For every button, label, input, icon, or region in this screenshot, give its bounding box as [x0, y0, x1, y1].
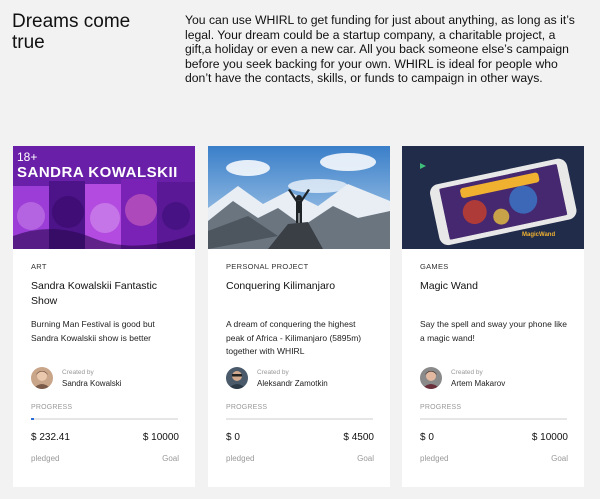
pledged-amount: $ 232.41 — [31, 432, 70, 443]
show-poster-image — [13, 146, 195, 249]
mountain-image — [208, 146, 390, 249]
phone-game-image — [402, 146, 584, 249]
progress-label: PROGRESS — [31, 404, 73, 411]
progress-label: PROGRESS — [420, 404, 462, 411]
poster-title: SANDRA KOWALSKII — [17, 164, 178, 181]
avatar — [420, 367, 442, 389]
card-category: ART — [31, 262, 47, 271]
campaign-image-kilimanjaro[interactable] — [208, 146, 390, 249]
progress-bar — [31, 418, 178, 420]
pledged-label: pledged — [420, 454, 449, 463]
creator-name[interactable]: Aleksandr Zamotkin — [257, 379, 328, 388]
avatar — [31, 367, 53, 389]
campaign-image-sandra[interactable]: 18+ SANDRA KOWALSKII — [13, 146, 195, 249]
campaign-image-magic-wand[interactable] — [402, 146, 584, 249]
goal-amount: $ 10000 — [142, 432, 179, 443]
avatar — [226, 367, 248, 389]
age-rating-badge: 18+ — [17, 150, 38, 164]
card-title[interactable]: Conquering Kilimanjaro — [226, 279, 376, 294]
goal-label: Goal — [357, 454, 374, 463]
card-description: Burning Man Festival is good but Sandra … — [31, 319, 155, 343]
card-category: GAMES — [420, 262, 449, 271]
goal-label: Goal — [162, 454, 179, 463]
created-by-label: Created by — [451, 369, 483, 376]
creator-info[interactable]: Created by Aleksandr Zamotkin — [226, 367, 376, 391]
progress-fill — [31, 418, 35, 420]
campaign-card-personal[interactable]: PERSONAL PROJECT Conquering Kilimanjaro … — [208, 146, 390, 487]
goal-amount: $ 10000 — [531, 432, 568, 443]
goal-amount: $ 4500 — [343, 432, 374, 443]
created-by-label: Created by — [62, 369, 94, 376]
progress-bar — [420, 418, 567, 420]
pledged-label: pledged — [31, 454, 60, 463]
campaign-card-games[interactable]: GAMES Magic Wand Say the spell and sway … — [402, 146, 584, 487]
campaign-card-art[interactable]: 18+ SANDRA KOWALSKII ART Sandra Kowalski… — [13, 146, 195, 487]
creator-info[interactable]: Created by Sandra Kowalski — [31, 367, 181, 391]
page-title: Dreams come true — [12, 11, 131, 53]
pledged-label: pledged — [226, 454, 255, 463]
card-description: Say the spell and sway your phone like a… — [420, 319, 567, 343]
pledged-amount: $ 0 — [226, 432, 240, 443]
intro-text: You can use WHIRL to get funding for jus… — [185, 13, 575, 86]
created-by-label: Created by — [257, 369, 289, 376]
pledged-amount: $ 0 — [420, 432, 434, 443]
goal-label: Goal — [551, 454, 568, 463]
card-description: A dream of conquering the highest peak o… — [226, 319, 362, 356]
card-category: PERSONAL PROJECT — [226, 262, 309, 271]
creator-info[interactable]: Created by Artem Makarov — [420, 367, 570, 391]
creator-name[interactable]: Sandra Kowalski — [62, 379, 122, 388]
card-title[interactable]: Magic Wand — [420, 279, 570, 294]
progress-bar — [226, 418, 373, 420]
progress-label: PROGRESS — [226, 404, 268, 411]
card-title[interactable]: Sandra Kowalskii Fantastic Show — [31, 279, 181, 309]
creator-name[interactable]: Artem Makarov — [451, 379, 505, 388]
game-logo-text: MagicWand — [522, 232, 556, 238]
